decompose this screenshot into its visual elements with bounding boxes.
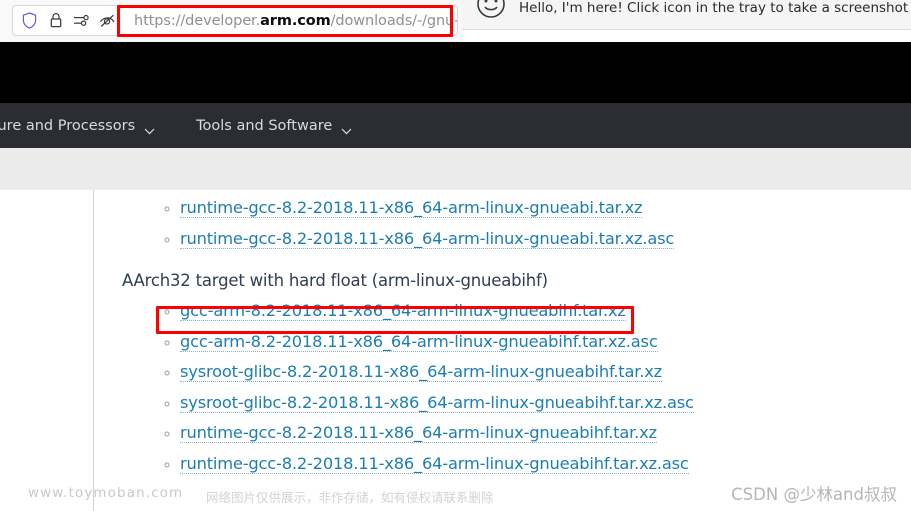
- notification-text: Hello, I'm here! Click icon in the tray …: [519, 0, 911, 16]
- url-domain: arm.com: [260, 12, 331, 29]
- nav-item-tools-and-software[interactable]: Tools and Software: [196, 117, 352, 135]
- shield-icon[interactable]: [21, 12, 38, 29]
- list-item: runtime-gcc-8.2-2018.11-x86_64-arm-linux…: [180, 418, 882, 449]
- list-item: sysroot-glibc-8.2-2018.11-x86_64-arm-lin…: [180, 357, 882, 388]
- file-list-gnueabi: runtime-gcc-8.2-2018.11-x86_64-arm-linux…: [180, 193, 882, 254]
- url-prefix: https://developer.: [134, 12, 261, 29]
- address-bar-icons: [21, 12, 116, 29]
- notification-bar[interactable]: Hello, I'm here! Click icon in the tray …: [462, 0, 911, 30]
- permissions-icon[interactable]: [73, 12, 90, 29]
- url-input[interactable]: https://developer.arm.com/downloads/-/gn…: [125, 6, 457, 35]
- smiley-face-icon: [476, 0, 506, 24]
- eye-slash-icon[interactable]: [99, 12, 116, 29]
- download-link[interactable]: runtime-gcc-8.2-2018.11-x86_64-arm-linux…: [180, 423, 657, 443]
- lock-icon[interactable]: [47, 12, 64, 29]
- download-link[interactable]: sysroot-glibc-8.2-2018.11-x86_64-arm-lin…: [180, 392, 694, 413]
- downloads-content: runtime-gcc-8.2-2018.11-x86_64-arm-linux…: [122, 190, 882, 479]
- list-item: runtime-gcc-8.2-2018.11-x86_64-arm-linux…: [180, 193, 882, 224]
- toolbar-gap: [462, 30, 911, 42]
- list-item: gcc-arm-8.2-2018.11-x86_64-arm-linux-gnu…: [180, 296, 882, 327]
- chevron-down-icon: [144, 123, 155, 135]
- nav-item-label: Tools and Software: [196, 117, 333, 134]
- site-navigation: nitecture and Processors Tools and Softw…: [0, 103, 911, 148]
- download-link[interactable]: runtime-gcc-8.2-2018.11-x86_64-arm-linux…: [180, 228, 674, 249]
- nav-item-architecture-and-processors[interactable]: nitecture and Processors: [0, 117, 155, 135]
- list-item: runtime-gcc-8.2-2018.11-x86_64-arm-linux…: [180, 224, 882, 255]
- chevron-down-icon: [341, 123, 352, 135]
- screenshot-root: https://developer.arm.com/downloads/-/gn…: [0, 0, 911, 511]
- file-list-gnueabihf: gcc-arm-8.2-2018.11-x86_64-arm-linux-gnu…: [180, 296, 882, 479]
- download-link-highlighted[interactable]: gcc-arm-8.2-2018.11-x86_64-arm-linux-gnu…: [180, 301, 626, 321]
- url-text: https://developer.arm.com/downloads/-/gn…: [125, 13, 457, 29]
- content-top-band: [0, 148, 911, 190]
- download-link[interactable]: runtime-gcc-8.2-2018.11-x86_64-arm-linux…: [180, 198, 643, 218]
- url-suffix: /downloads/-/gnu-a: [330, 12, 457, 29]
- list-item: sysroot-glibc-8.2-2018.11-x86_64-arm-lin…: [180, 388, 882, 419]
- site-header-banner: [0, 42, 911, 103]
- content-left-rule: [93, 190, 94, 511]
- download-link[interactable]: gcc-arm-8.2-2018.11-x86_64-arm-linux-gnu…: [180, 331, 658, 352]
- address-bar[interactable]: https://developer.arm.com/downloads/-/gn…: [12, 5, 458, 36]
- list-item: runtime-gcc-8.2-2018.11-x86_64-arm-linux…: [180, 449, 882, 480]
- list-item: gcc-arm-8.2-2018.11-x86_64-arm-linux-gnu…: [180, 327, 882, 358]
- nav-item-label: nitecture and Processors: [0, 117, 136, 134]
- download-link[interactable]: runtime-gcc-8.2-2018.11-x86_64-arm-linux…: [180, 453, 689, 474]
- section-heading-aarch32-hard-float: AArch32 target with hard float (arm-linu…: [122, 271, 548, 290]
- download-link[interactable]: sysroot-glibc-8.2-2018.11-x86_64-arm-lin…: [180, 362, 662, 382]
- page-content-area: runtime-gcc-8.2-2018.11-x86_64-arm-linux…: [0, 148, 911, 511]
